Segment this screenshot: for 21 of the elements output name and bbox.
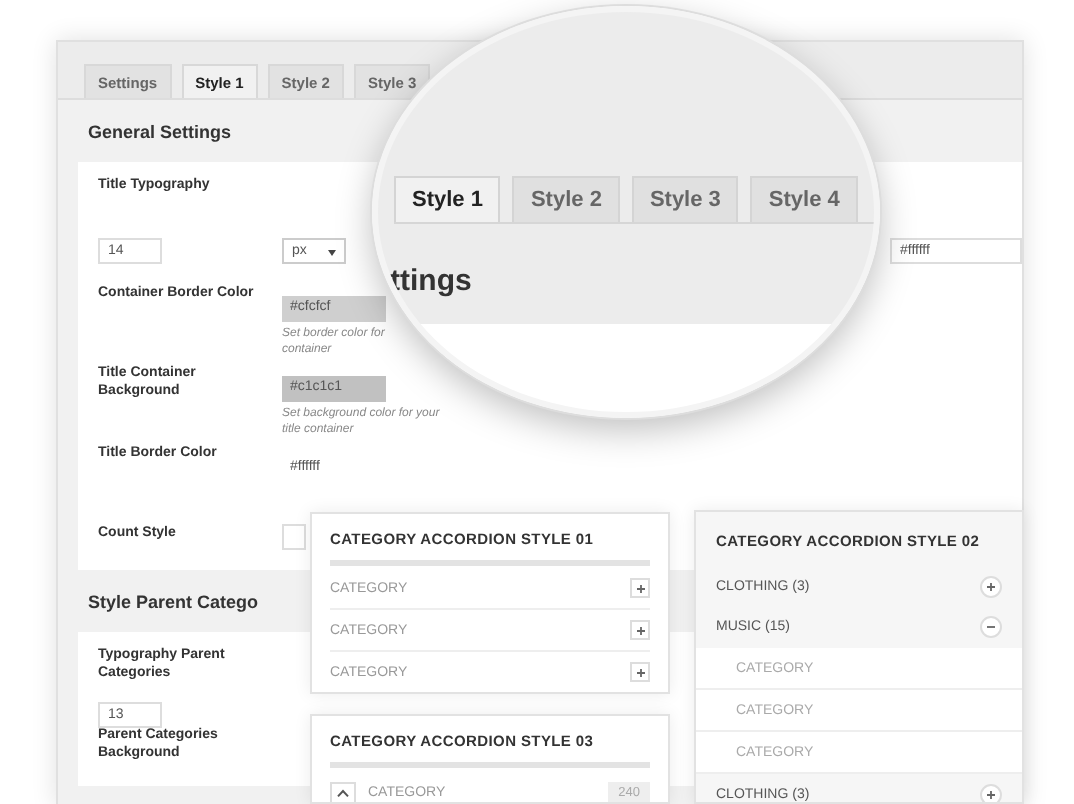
- expand-button[interactable]: [980, 575, 1002, 598]
- plus-icon: [633, 581, 647, 595]
- expand-button[interactable]: [630, 578, 650, 598]
- toggle-button[interactable]: [330, 781, 356, 802]
- expand-button[interactable]: [630, 620, 650, 640]
- plus-icon: [984, 787, 998, 802]
- expand-button[interactable]: [980, 783, 1002, 802]
- tab[interactable]: Style 1: [394, 176, 501, 222]
- section-heading: General Settings: [88, 122, 232, 142]
- collapse-button[interactable]: [980, 616, 1002, 639]
- caret-icon: [336, 787, 350, 797]
- plus-icon: [633, 665, 647, 679]
- plus-icon: [984, 579, 998, 594]
- section-heading: ttings: [390, 264, 472, 298]
- tab[interactable]: Style 3: [631, 176, 739, 222]
- caret-icon: [328, 250, 336, 260]
- section-heading: Style Parent Catego: [88, 592, 259, 612]
- tab[interactable]: Style 4: [750, 176, 858, 222]
- plus-icon: [633, 623, 647, 637]
- tab[interactable]: Style 2: [512, 176, 620, 222]
- expand-button[interactable]: [630, 662, 650, 682]
